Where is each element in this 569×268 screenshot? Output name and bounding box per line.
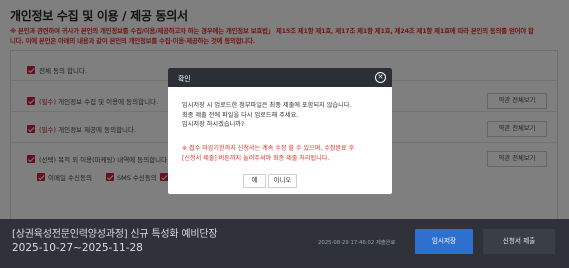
- dialog-header: 확인 ✕: [168, 68, 392, 87]
- course-title: [상권육성전문인력양성과정] 신규 특성화 예비단장: [12, 229, 218, 240]
- dialog-message-line-3: 임시저장 하시겠습니까?: [182, 121, 245, 128]
- save-status: 2025-08-29 17:46:02 제출완료: [318, 240, 396, 246]
- confirm-dialog: 확인 ✕ 임시저장 시 업로드한 첨부파일은 최종 제출에 포함되지 않습니다.…: [168, 68, 392, 194]
- yes-button[interactable]: 예: [243, 174, 266, 188]
- course-period: 2025-10-27~2025-11-28: [12, 242, 143, 254]
- submit-application-button[interactable]: 신청서 제출: [483, 229, 555, 254]
- dialog-warning-line-1: ※ 접수 마감기한까지 신청서는 계속 수정 할 수 있으며, 수정완료 후: [182, 145, 355, 152]
- dialog-message-line-2: 최종 제출 전에 파일을 다시 업로드해 주세요.: [182, 111, 299, 119]
- no-button[interactable]: 아니오: [268, 174, 297, 188]
- dialog-warning: ※ 접수 마감기한까지 신청서는 계속 수정 할 수 있으며, 수정완료 후 […: [182, 144, 387, 163]
- dialog-warning-line-2: [신청서 제출] 버튼까지 눌러주셔야 최종 제출 처리됩니다.: [182, 154, 330, 162]
- dialog-message-line-1: 임시저장 시 업로드한 첨부파일은 최종 제출에 포함되지 않습니다.: [182, 102, 352, 109]
- temp-save-button[interactable]: 임시저장: [415, 229, 473, 254]
- dialog-title: 확인: [178, 75, 191, 83]
- close-icon[interactable]: ✕: [375, 72, 386, 83]
- dialog-message: 임시저장 시 업로드한 첨부파일은 최종 제출에 포함되지 않습니다. 최종 제…: [182, 101, 382, 130]
